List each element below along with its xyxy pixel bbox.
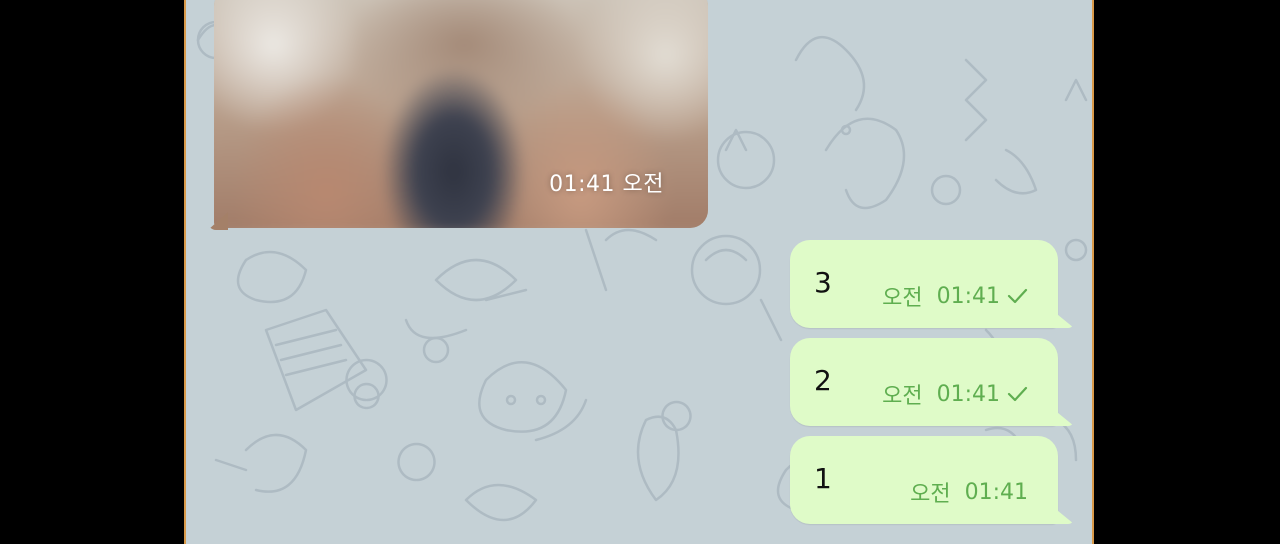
outgoing-message[interactable]: 3 오전 01:41 [790, 240, 1074, 328]
image-time: 01:41 [549, 172, 616, 197]
incoming-image-message[interactable]: 01:41 오전 [214, 0, 708, 228]
image-ampm: 오전 [622, 172, 664, 197]
message-time: 01:41 [936, 381, 1000, 407]
message-meta: 오전 01:41 [882, 378, 1028, 410]
message-ampm: 오전 [882, 384, 923, 409]
message-time: 01:41 [936, 283, 1000, 309]
message-ampm: 오전 [882, 286, 923, 311]
outgoing-message[interactable]: 2 오전 01:41 [790, 338, 1074, 426]
message-ampm: 오전 [910, 482, 951, 507]
message-meta: 오전 01:41 [882, 280, 1028, 312]
message-text: 2 [814, 364, 832, 397]
single-check-icon [1006, 288, 1028, 304]
single-check-icon [1006, 386, 1028, 402]
message-meta: 오전 01:41 [910, 476, 1028, 508]
message-text: 1 [814, 462, 832, 495]
message-text: 3 [814, 266, 832, 299]
image-timestamp: 01:41 오전 [549, 166, 664, 198]
outgoing-message[interactable]: 1 오전 01:41 [790, 436, 1074, 524]
chat-view[interactable]: 01:41 오전 3 오전 01:41 2 오전 01:41 1 오전 01:4… [184, 0, 1094, 544]
message-time: 01:41 [964, 479, 1028, 505]
